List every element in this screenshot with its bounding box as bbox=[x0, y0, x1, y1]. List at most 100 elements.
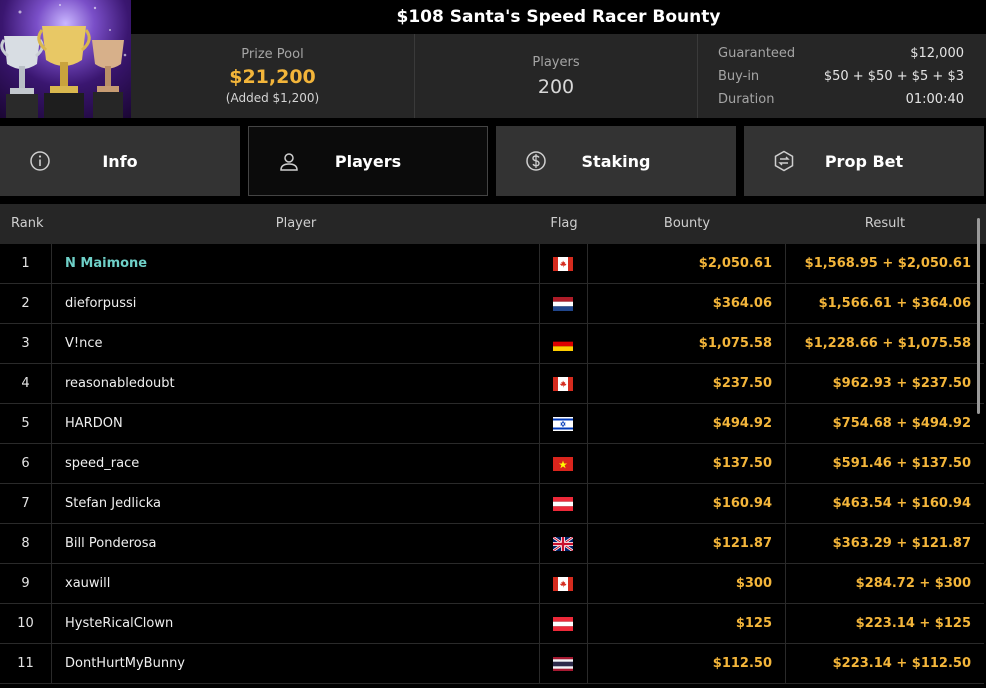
rank-cell: 7 bbox=[0, 484, 52, 524]
header-result[interactable]: Result bbox=[786, 204, 984, 244]
header-player[interactable]: Player bbox=[52, 204, 540, 244]
detail-buyin: Buy-in $50 + $50 + $5 + $3 bbox=[718, 65, 964, 88]
bounty-cell: $112.50 bbox=[588, 644, 786, 684]
flag-cell bbox=[540, 644, 588, 684]
scrollbar[interactable] bbox=[977, 218, 980, 414]
canada-flag-icon bbox=[553, 257, 573, 271]
israel-flag-icon bbox=[553, 417, 573, 431]
players-table: Rank Player Flag Bounty Result 1N Maimon… bbox=[0, 204, 986, 688]
flag-cell bbox=[540, 244, 588, 284]
player-name[interactable]: Bill Ponderosa bbox=[52, 524, 540, 564]
table-row[interactable]: 7 Stefan Jedlicka $160.94 $463.54 + $160.94 bbox=[0, 484, 984, 524]
rank-cell: 9 bbox=[0, 564, 52, 604]
flag-cell bbox=[540, 564, 588, 604]
bounty-cell: $494.92 bbox=[588, 404, 786, 444]
players-panel: Players 200 bbox=[415, 34, 698, 118]
table-row[interactable]: 4 reasonabledoubt $237.50 $962.93 + $237.50 bbox=[0, 364, 984, 404]
tab-bar: Info Players Staking Prop Bet bbox=[0, 126, 986, 196]
details-panel: Guaranteed $12,000 Buy-in $50 + $50 + $5… bbox=[698, 34, 986, 118]
result-cell: $284.72 + $300 bbox=[855, 576, 971, 591]
table-row[interactable]: 2 dieforpussi $364.06 $1,566.61 + $364.06 bbox=[0, 284, 984, 324]
thailand-flag-icon bbox=[553, 657, 573, 671]
bounty-cell: $2,050.61 bbox=[588, 244, 786, 284]
bounty-cell: $300 bbox=[588, 564, 786, 604]
tab-label: Players bbox=[334, 151, 402, 171]
prop-bet-icon bbox=[774, 150, 794, 172]
rank-cell: 4 bbox=[0, 364, 52, 404]
rank-cell: 3 bbox=[0, 324, 52, 364]
table-row[interactable]: 1N Maimone $2,050.61 $1,568.95 + $2,050.61 bbox=[0, 244, 984, 284]
table-row[interactable]: 5 HARDON $494.92 $754.68 + $494.92 bbox=[0, 404, 984, 444]
tournament-summary: Prize Pool $21,200 (Added $1,200) Player… bbox=[131, 34, 986, 118]
header-bounty[interactable]: Bounty bbox=[588, 204, 786, 244]
netherlands-flag-icon bbox=[553, 297, 573, 311]
bounty-cell: $237.50 bbox=[588, 364, 786, 404]
players-count: 200 bbox=[537, 75, 575, 98]
rank-cell: 6 bbox=[0, 444, 52, 484]
detail-duration: Duration 01:00:40 bbox=[718, 88, 964, 111]
rank-cell: 10 bbox=[0, 604, 52, 644]
table-row[interactable]: 9 xauwill $300 $284.72 + $300 bbox=[0, 564, 984, 604]
bounty-cell: $160.94 bbox=[588, 484, 786, 524]
result-cell: $223.14 + $112.50 bbox=[832, 656, 971, 671]
table-header: Rank Player Flag Bounty Result bbox=[0, 204, 986, 244]
player-name[interactable]: HysteRicalClown bbox=[52, 604, 540, 644]
tab-label: Staking bbox=[581, 151, 651, 171]
flag-cell bbox=[540, 444, 588, 484]
vietnam-flag-icon bbox=[553, 457, 573, 471]
player-name[interactable]: N Maimone bbox=[52, 244, 540, 284]
tab-players[interactable]: Players bbox=[248, 126, 488, 196]
bounty-cell: $1,075.58 bbox=[588, 324, 786, 364]
player-name[interactable]: speed_race bbox=[52, 444, 540, 484]
table-row[interactable]: 10 HysteRicalClown $125 $223.14 + $125 bbox=[0, 604, 984, 644]
tab-info[interactable]: Info bbox=[0, 126, 240, 196]
flag-cell bbox=[540, 604, 588, 644]
tournament-title: $108 Santa's Speed Racer Bounty bbox=[131, 0, 986, 34]
detail-value: $50 + $50 + $5 + $3 bbox=[823, 68, 964, 84]
prize-pool-panel: Prize Pool $21,200 (Added $1,200) bbox=[131, 34, 415, 118]
player-name[interactable]: reasonabledoubt bbox=[52, 364, 540, 404]
prize-pool-label: Prize Pool bbox=[241, 47, 304, 62]
detail-key: Duration bbox=[718, 91, 775, 107]
result-cell: $591.46 + $137.50 bbox=[832, 456, 971, 471]
flag-cell bbox=[540, 364, 588, 404]
player-name[interactable]: DontHurtMyBunny bbox=[52, 644, 540, 684]
rank-cell: 8 bbox=[0, 524, 52, 564]
detail-guaranteed: Guaranteed $12,000 bbox=[718, 42, 964, 65]
flag-cell bbox=[540, 484, 588, 524]
prize-pool-amount: $21,200 bbox=[229, 66, 316, 88]
flag-cell bbox=[540, 284, 588, 324]
rank-cell: 2 bbox=[0, 284, 52, 324]
table-row[interactable]: 3 V!nce $1,075.58 $1,228.66 + $1,075.58 bbox=[0, 324, 984, 364]
germany-flag-icon bbox=[553, 337, 573, 351]
header-rank[interactable]: Rank bbox=[0, 204, 52, 244]
player-name[interactable]: V!nce bbox=[52, 324, 540, 364]
table-row[interactable]: 11 DontHurtMyBunny $112.50 $223.14 + $112.5… bbox=[0, 644, 984, 684]
result-cell: $1,228.66 + $1,075.58 bbox=[804, 336, 971, 351]
player-name[interactable]: Stefan Jedlicka bbox=[52, 484, 540, 524]
bounty-cell: $121.87 bbox=[588, 524, 786, 564]
bounty-cell: $137.50 bbox=[588, 444, 786, 484]
player-name[interactable]: xauwill bbox=[52, 564, 540, 604]
table-row[interactable]: 6 speed_race $137.50 $591.46 + $137.50 bbox=[0, 444, 984, 484]
tab-staking[interactable]: Staking bbox=[496, 126, 736, 196]
tab-prop-bet[interactable]: Prop Bet bbox=[744, 126, 984, 196]
players-label: Players bbox=[532, 54, 580, 70]
bounty-cell: $125 bbox=[588, 604, 786, 644]
player-name[interactable]: HARDON bbox=[52, 404, 540, 444]
flag-cell bbox=[540, 404, 588, 444]
flag-cell bbox=[540, 524, 588, 564]
austria-flag-icon bbox=[553, 617, 573, 631]
canada-flag-icon bbox=[553, 377, 573, 391]
detail-key: Guaranteed bbox=[718, 45, 796, 61]
result-cell: $223.14 + $125 bbox=[855, 616, 971, 631]
table-row[interactable]: 8 Bill Ponderosa $121.87 $363.29 + $121.87 bbox=[0, 524, 984, 564]
info-icon bbox=[30, 151, 50, 171]
rank-cell: 11 bbox=[0, 644, 52, 684]
detail-value: 01:00:40 bbox=[905, 91, 964, 107]
rank-cell: 5 bbox=[0, 404, 52, 444]
player-name[interactable]: dieforpussi bbox=[52, 284, 540, 324]
header-flag[interactable]: Flag bbox=[540, 204, 588, 244]
result-cell: $1,566.61 + $364.06 bbox=[818, 296, 971, 311]
canada-flag-icon bbox=[553, 577, 573, 591]
